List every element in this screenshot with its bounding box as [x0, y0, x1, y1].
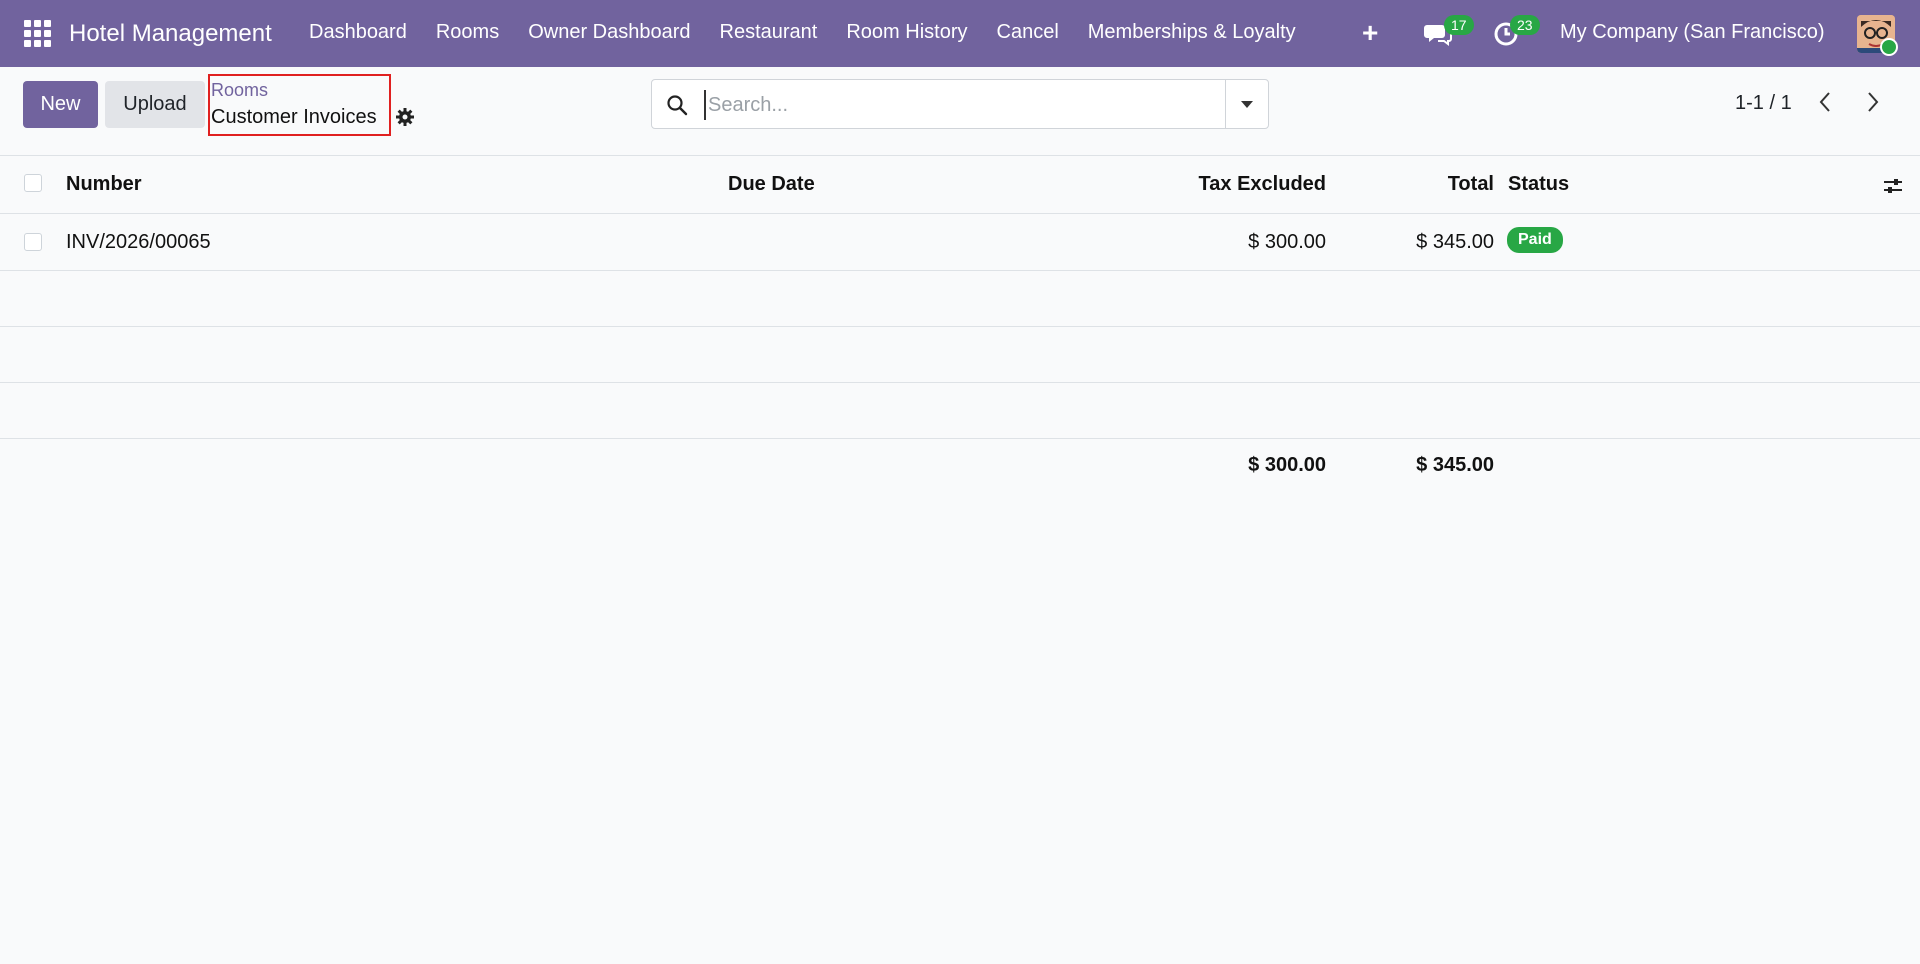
menu-item-memberships-loyalty[interactable]: Memberships & Loyalty — [1088, 21, 1296, 44]
chevron-left-icon[interactable] — [1815, 89, 1835, 115]
header-number[interactable]: Number — [66, 173, 142, 196]
add-menu-icon[interactable]: + — [1362, 17, 1378, 49]
empty-row — [0, 327, 1920, 383]
header-status[interactable]: Status — [1508, 173, 1569, 196]
header-tax-excluded[interactable]: Tax Excluded — [1199, 173, 1326, 196]
invoice-list: Number Due Date Tax Excluded Total Statu… — [0, 155, 1920, 493]
main-menu: Dashboard Rooms Owner Dashboard Restaura… — [309, 21, 1325, 44]
menu-item-room-history[interactable]: Room History — [846, 21, 967, 44]
select-all-checkbox[interactable] — [24, 174, 42, 192]
menu-item-dashboard[interactable]: Dashboard — [309, 21, 407, 44]
menu-item-cancel[interactable]: Cancel — [997, 21, 1059, 44]
breadcrumb-current: Customer Invoices — [211, 106, 377, 128]
company-switcher[interactable]: My Company (San Francisco) — [1560, 21, 1825, 44]
cell-total: $ 345.00 — [1416, 231, 1494, 253]
apps-menu-icon[interactable] — [24, 20, 51, 47]
chevron-right-icon[interactable] — [1863, 89, 1883, 115]
search-icon — [667, 95, 688, 116]
new-button[interactable]: New — [23, 81, 98, 128]
search-options-toggle[interactable] — [1225, 80, 1268, 128]
header-due-date[interactable]: Due Date — [728, 173, 815, 196]
row-checkbox[interactable] — [24, 233, 42, 251]
cell-number: INV/2026/00065 — [66, 231, 211, 253]
menu-item-restaurant[interactable]: Restaurant — [720, 21, 818, 44]
search-bar — [651, 79, 1269, 129]
upload-button[interactable]: Upload — [105, 81, 205, 128]
breadcrumb-parent-link[interactable]: Rooms — [211, 80, 268, 101]
table-footer-totals: $ 300.00 $ 345.00 — [0, 439, 1920, 493]
table-header: Number Due Date Tax Excluded Total Statu… — [0, 155, 1920, 214]
footer-total: $ 345.00 — [1416, 454, 1494, 476]
table-row[interactable]: INV/2026/00065 $ 300.00 $ 345.00 Paid — [0, 214, 1920, 271]
cell-tax-excluded: $ 300.00 — [1248, 231, 1326, 253]
activity-count-badge: 23 — [1510, 15, 1540, 35]
footer-tax-excluded: $ 300.00 — [1248, 454, 1326, 476]
empty-row — [0, 383, 1920, 439]
gear-icon[interactable] — [395, 107, 415, 127]
status-badge: Paid — [1507, 227, 1563, 253]
control-panel: New Upload Rooms Customer Invoices 1-1 /… — [0, 67, 1920, 156]
pager-value[interactable]: 1-1 / 1 — [1735, 92, 1792, 115]
menu-item-rooms[interactable]: Rooms — [436, 21, 499, 44]
app-title[interactable]: Hotel Management — [69, 20, 272, 48]
header-total[interactable]: Total — [1448, 173, 1494, 196]
optional-columns-icon[interactable] — [1882, 175, 1904, 197]
caret-down-icon — [1241, 101, 1253, 108]
chat-count-badge: 17 — [1444, 15, 1474, 35]
online-status-dot — [1880, 38, 1898, 56]
empty-row — [0, 271, 1920, 327]
menu-item-owner-dashboard[interactable]: Owner Dashboard — [528, 21, 690, 44]
search-input[interactable] — [704, 90, 1210, 120]
top-navbar: Hotel Management Dashboard Rooms Owner D… — [0, 0, 1920, 67]
